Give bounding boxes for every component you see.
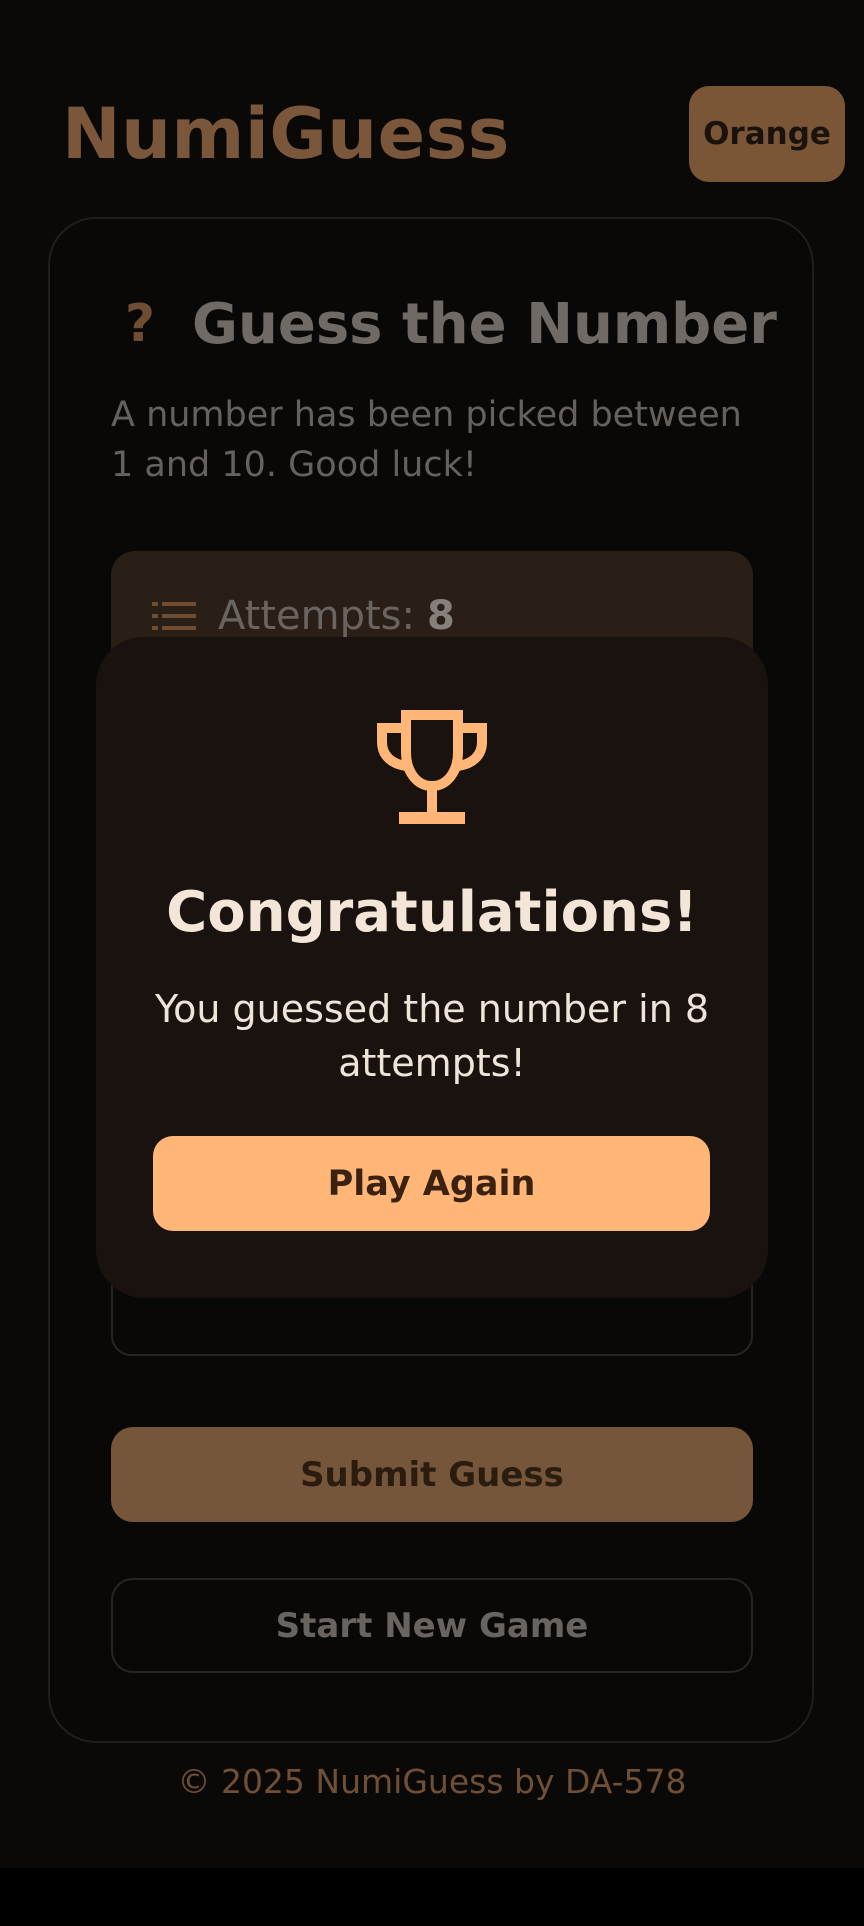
submit-guess-button[interactable]: Submit Guess xyxy=(111,1427,753,1522)
play-again-button[interactable]: Play Again xyxy=(153,1136,710,1231)
footer-copyright: © 2025 NumiGuess by DA-578 xyxy=(177,1762,687,1801)
attempts-row: Attempts: 8 xyxy=(152,588,455,644)
attempts-count: 8 xyxy=(427,593,455,639)
question-mark-icon: ? xyxy=(124,294,156,354)
card-title: Guess the Number xyxy=(192,291,777,357)
attempts-label: Attempts: xyxy=(218,593,415,639)
app-root: NumiGuess Orange ? Guess the Number A nu… xyxy=(0,0,864,1868)
modal-title: Congratulations! xyxy=(166,880,698,945)
start-new-game-button[interactable]: Start New Game xyxy=(111,1578,753,1673)
theme-toggle-button[interactable]: Orange xyxy=(689,86,845,182)
modal-message: You guessed the number in 8 attempts! xyxy=(154,987,710,1085)
trophy-icon xyxy=(377,710,487,824)
card-header: ? Guess the Number xyxy=(120,288,777,360)
game-description: A number has been picked between 1 and 1… xyxy=(111,395,742,485)
app-brand-title: NumiGuess xyxy=(62,93,510,175)
list-icon xyxy=(152,602,196,630)
